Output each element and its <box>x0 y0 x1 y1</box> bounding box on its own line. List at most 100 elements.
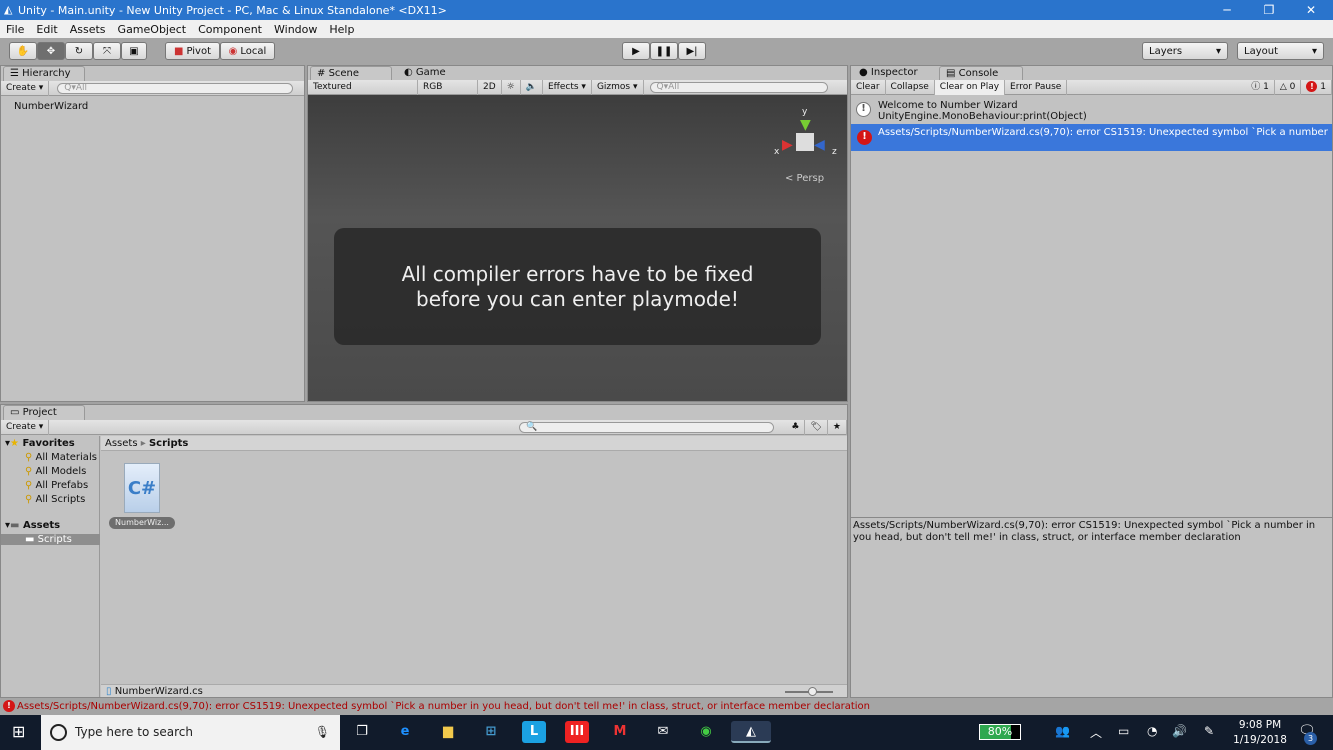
project-panel: ▭ Project Create ▾ 🔍 ♣ 🏷 ★ ▾★ Favorites … <box>0 404 848 698</box>
filter-type-button[interactable]: ♣ <box>786 419 806 435</box>
favorite-item[interactable]: ⚲ All Prefabs <box>25 480 88 491</box>
overlay-line1: All compiler errors have to be fixed <box>401 261 754 286</box>
chevron-up-icon[interactable]: ︿ <box>1090 724 1102 741</box>
store-icon[interactable]: ⊞ <box>479 721 503 743</box>
close-button[interactable]: ✕ <box>1291 0 1331 20</box>
hand-tool-button[interactable]: ✋ <box>9 42 37 60</box>
project-create-button[interactable]: Create ▾ <box>1 419 50 435</box>
favorite-item[interactable]: ⚲ All Materials <box>25 452 97 463</box>
clock[interactable]: 9:08 PM 1/19/2018 <box>1232 718 1288 748</box>
render-mode-dropdown[interactable]: RGB <box>418 79 478 95</box>
local-toggle[interactable]: ◉ Local <box>220 42 275 60</box>
hierarchy-panel: ☰ Hierarchy Create ▾ Q▾All NumberWizard <box>0 65 305 402</box>
scale-tool-button[interactable]: ⤧ <box>93 42 121 60</box>
info-count-toggle[interactable]: ⓘ 1 <box>1246 79 1275 95</box>
overlay-line2: before you can enter playmode! <box>416 286 739 311</box>
error-icon: ! <box>1306 80 1318 92</box>
clock-date: 1/19/2018 <box>1233 734 1287 746</box>
task-view-icon[interactable]: ❐ <box>350 721 374 743</box>
status-bar[interactable]: ! Assets/Scripts/NumberWizard.cs(9,70): … <box>0 698 1333 715</box>
menu-gameobject[interactable]: GameObject <box>112 23 193 36</box>
favorite-button[interactable]: ★ <box>828 419 847 435</box>
entry-stack: UnityEngine.MonoBehaviour:print(Object) <box>878 111 1087 122</box>
app-red-icon[interactable]: III <box>565 721 589 743</box>
unity-taskbar-icon[interactable]: ◭ <box>731 721 771 743</box>
breadcrumb-scripts[interactable]: Scripts <box>149 438 188 449</box>
hierarchy-item[interactable]: NumberWizard <box>14 101 88 112</box>
favorite-item[interactable]: ⚲ All Scripts <box>25 494 85 505</box>
breadcrumb-separator-icon: ▸ <box>140 438 146 449</box>
mcafee-icon[interactable]: M <box>608 721 632 743</box>
filter-label-button[interactable]: 🏷 <box>805 419 828 435</box>
scene-search-input[interactable]: Q▾All <box>649 81 828 93</box>
play-button[interactable]: ▶ <box>622 42 650 60</box>
layers-dropdown[interactable]: Layers ▾ <box>1142 42 1228 60</box>
step-button[interactable]: ▶| <box>678 42 706 60</box>
battery-icon[interactable]: ▭ <box>1118 724 1129 738</box>
error-count-toggle[interactable]: ! 1 <box>1301 79 1332 95</box>
gizmos-dropdown[interactable]: Gizmos ▾ <box>592 79 644 95</box>
rect-tool-button[interactable]: ▣ <box>121 42 147 60</box>
menu-help[interactable]: Help <box>323 23 360 36</box>
layout-dropdown[interactable]: Layout ▾ <box>1237 42 1324 60</box>
windows-start-icon[interactable]: ⊞ <box>12 722 25 741</box>
mail-icon[interactable]: ✉ <box>651 721 675 743</box>
wifi-icon[interactable]: ◔ <box>1147 724 1157 738</box>
lighting-toggle[interactable]: ☼ <box>502 79 521 95</box>
speaker-icon: 🔈 <box>525 81 537 92</box>
move-tool-button[interactable]: ✥ <box>37 42 65 60</box>
folder-item-selected[interactable]: ▬ Scripts <box>1 534 100 545</box>
error-pause-toggle[interactable]: Error Pause <box>1005 79 1068 95</box>
taskbar-search-input[interactable]: Type here to search 🎙 <box>41 715 340 750</box>
warning-count-toggle[interactable]: △ 0 <box>1275 79 1302 95</box>
hierarchy-create-button[interactable]: Create ▾ <box>1 80 50 96</box>
minimize-button[interactable]: ─ <box>1207 0 1247 20</box>
scene-gizmo[interactable]: y ▼ ▶ ◀ x z <box>774 107 837 167</box>
restore-button[interactable]: ❐ <box>1249 0 1289 20</box>
gizmo-cube-icon <box>796 133 814 151</box>
tab-project[interactable]: ▭ Project <box>3 405 85 420</box>
persp-label[interactable]: < Persp <box>785 173 824 184</box>
audio-toggle[interactable]: 🔈 <box>521 79 543 95</box>
pause-button[interactable]: ❚❚ <box>650 42 678 60</box>
chrome-icon[interactable]: ◉ <box>694 721 718 743</box>
edge-icon[interactable]: e <box>393 721 417 743</box>
people-icon[interactable]: 👥 <box>1055 724 1070 738</box>
menu-edit[interactable]: Edit <box>30 23 63 36</box>
pen-icon[interactable]: ✎ <box>1204 724 1214 738</box>
app-l-icon[interactable]: L <box>522 721 546 743</box>
microphone-icon[interactable]: 🎙 <box>315 715 330 750</box>
battery-indicator[interactable]: 80% <box>979 724 1021 740</box>
shading-mode-dropdown[interactable]: Textured <box>308 79 418 95</box>
window-title: Unity - Main.unity - New Unity Project -… <box>18 3 447 17</box>
menu-window[interactable]: Window <box>268 23 323 36</box>
file-explorer-icon[interactable]: ▆ <box>436 721 460 743</box>
project-search-input[interactable]: 🔍 <box>519 421 775 433</box>
project-breadcrumb: Assets ▸ Scripts <box>101 436 847 451</box>
2d-toggle[interactable]: 2D <box>478 79 502 95</box>
file-asset[interactable]: C# NumberWiz... <box>109 461 175 531</box>
search-placeholder: Type here to search <box>75 725 193 739</box>
search-icon: ⚲ <box>25 452 33 463</box>
console-entry[interactable]: ! Welcome to Number Wizard UnityEngine.M… <box>851 97 1332 124</box>
hierarchy-search-input[interactable]: Q▾All <box>57 82 294 94</box>
collapse-button[interactable]: Collapse <box>886 79 935 95</box>
clear-on-play-toggle[interactable]: Clear on Play <box>934 79 1006 95</box>
console-entry-selected[interactable]: ! Assets/Scripts/NumberWizard.cs(9,70): … <box>851 124 1332 151</box>
menu-file[interactable]: File <box>0 23 30 36</box>
clock-time: 9:08 PM <box>1238 719 1282 731</box>
pivot-toggle[interactable]: ■ Pivot <box>165 42 220 60</box>
favorite-item[interactable]: ⚲ All Models <box>25 466 86 477</box>
menu-component[interactable]: Component <box>192 23 268 36</box>
menu-assets[interactable]: Assets <box>64 23 112 36</box>
favorites-folder[interactable]: ▾★ Favorites <box>5 438 75 449</box>
slider-thumb[interactable] <box>808 687 817 696</box>
csharp-file-icon: C# <box>124 463 160 513</box>
breadcrumb-assets[interactable]: Assets <box>105 438 138 449</box>
effects-dropdown[interactable]: Effects ▾ <box>543 79 592 95</box>
assets-folder[interactable]: ▾▬ Assets <box>5 520 60 531</box>
tab-hierarchy[interactable]: ☰ Hierarchy <box>3 66 85 81</box>
volume-icon[interactable]: 🔊 <box>1172 724 1187 738</box>
clear-button[interactable]: Clear <box>851 79 886 95</box>
rotate-tool-button[interactable]: ↻ <box>65 42 93 60</box>
